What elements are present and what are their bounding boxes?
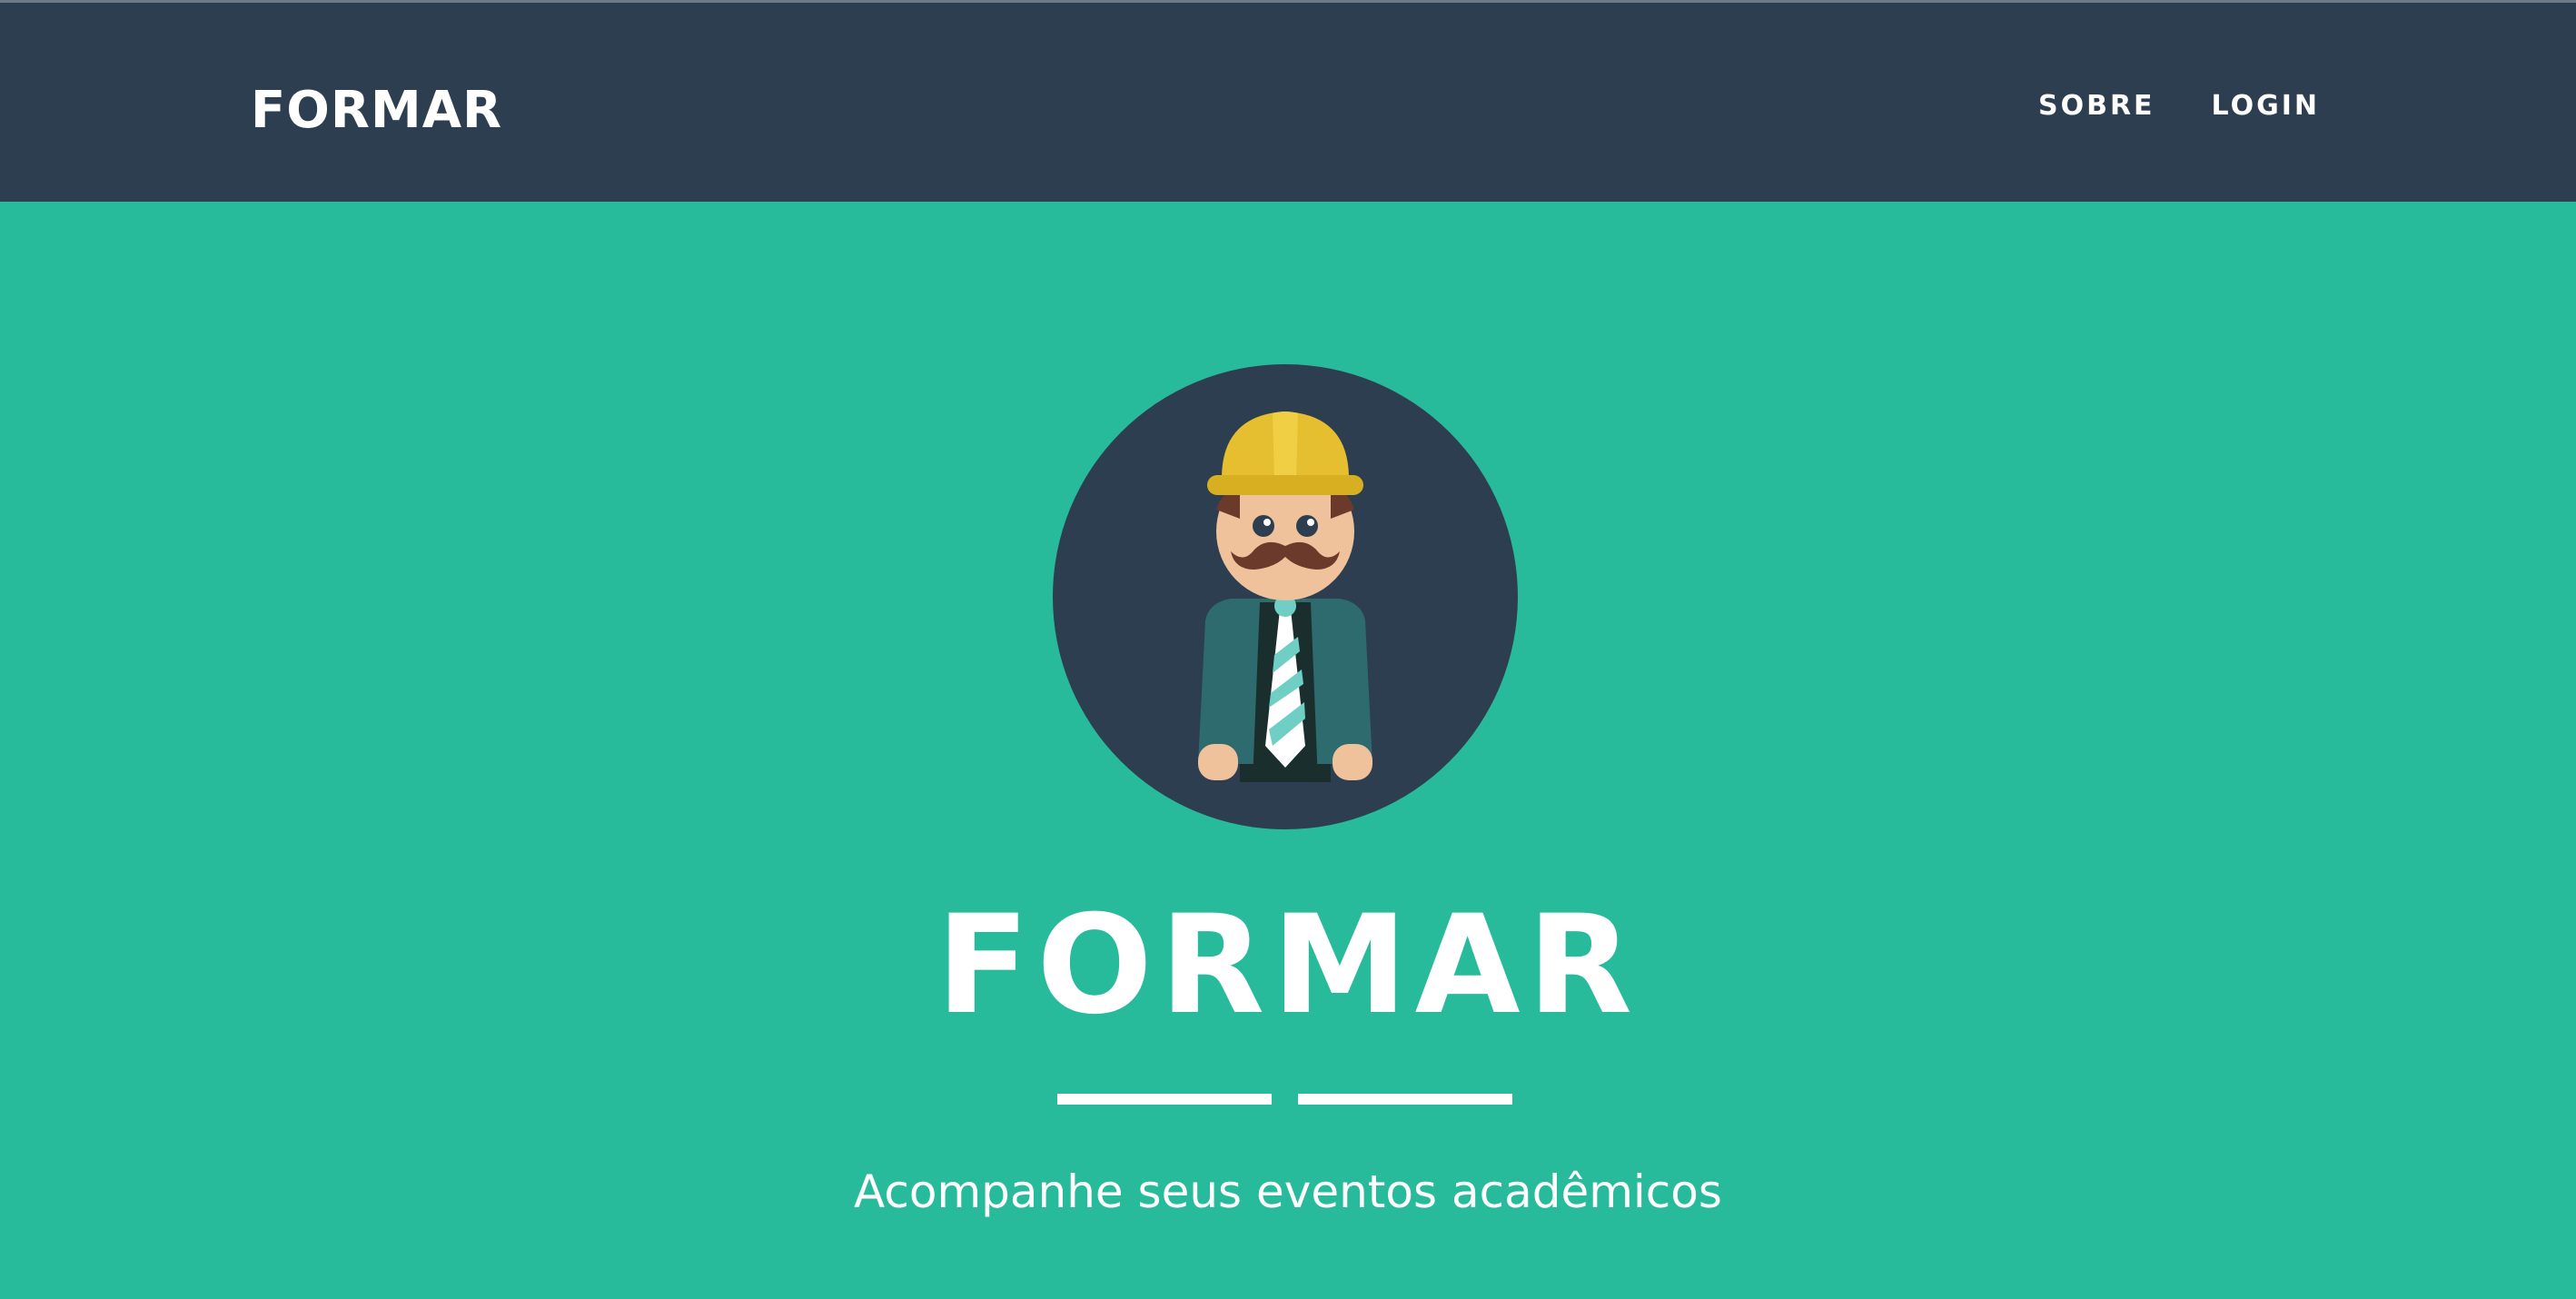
brand-logo-link[interactable]: FORMAR <box>251 79 502 143</box>
divider-line-left <box>1057 1094 1272 1105</box>
nav-link-login[interactable]: LOGIN <box>2212 88 2320 124</box>
nav-link-sobre[interactable]: SOBRE <box>2038 88 2155 124</box>
top-navbar: FORMAR SOBRE LOGIN <box>0 0 2576 202</box>
hero-title: FORMAR <box>936 887 1640 1045</box>
hero-tagline: Acompanhe seus eventos acadêmicos <box>854 1165 1722 1218</box>
divider-line-right <box>1298 1094 1512 1105</box>
nav-links: SOBRE LOGIN <box>2038 88 2320 124</box>
construction-worker-avatar-icon <box>1053 364 1518 829</box>
